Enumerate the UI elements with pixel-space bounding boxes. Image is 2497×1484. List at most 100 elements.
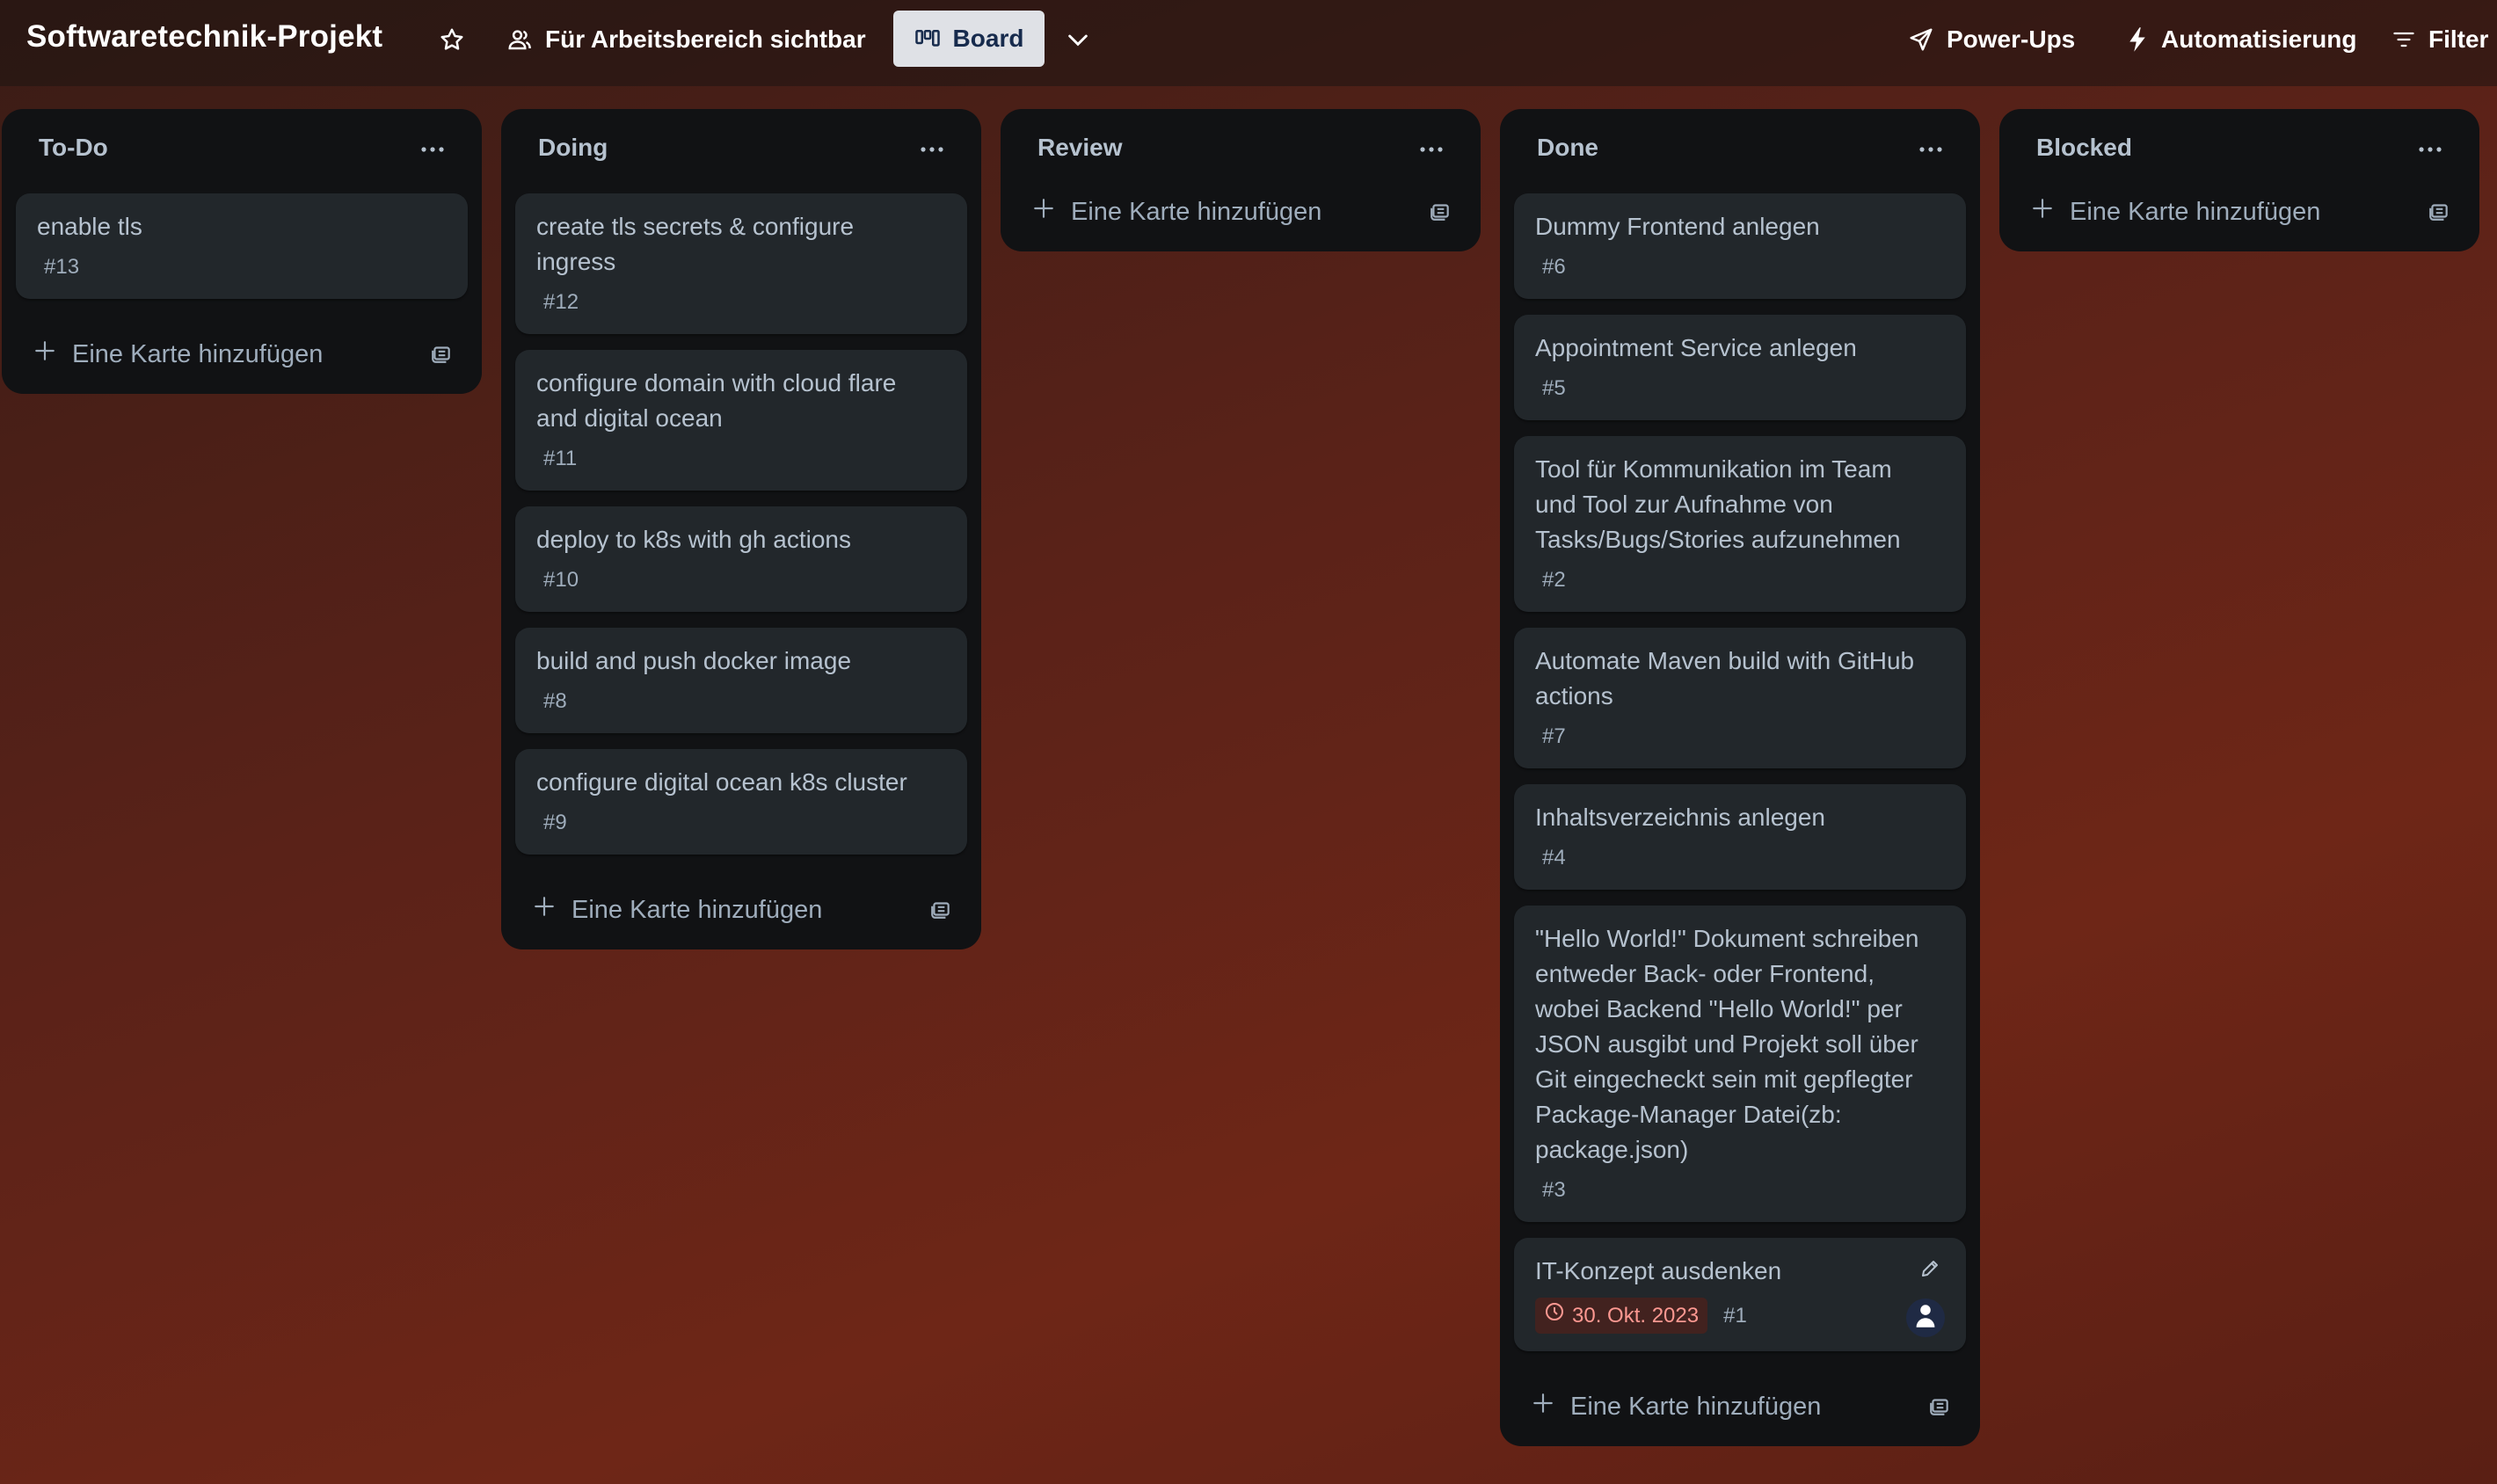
card-number: #1 (1723, 1303, 1747, 1328)
list-menu-button[interactable] (1410, 132, 1452, 167)
card-title: create tls secrets & configure ingress (536, 213, 855, 275)
edit-card-button[interactable] (1917, 1257, 1943, 1284)
more-icon (2417, 142, 2443, 157)
board-view-label: Board (952, 25, 1024, 52)
more-icon (1418, 142, 1445, 157)
card[interactable]: Inhaltsverzeichnis anlegen #4 (1514, 784, 1966, 890)
add-card-label: Eine Karte hinzufügen (72, 339, 324, 368)
star-icon (439, 26, 465, 53)
board-header: Softwaretechnik-Projekt Für Arbeitsberei… (0, 0, 2497, 86)
plus-icon (533, 895, 556, 925)
card-number: #13 (44, 255, 80, 279)
plus-icon (33, 339, 56, 369)
template-icon (1429, 200, 1452, 227)
automation-label: Automatisierung (2161, 25, 2357, 53)
card-title: configure digital ocean k8s cluster (536, 768, 907, 796)
card-number: #12 (543, 290, 579, 314)
card[interactable]: Appointment Service anlegen #5 (1514, 315, 1966, 420)
card-title: deploy to k8s with gh actions (536, 526, 851, 553)
powerups-button[interactable]: Power-Ups (1908, 12, 2075, 67)
lightning-icon (2126, 26, 2149, 53)
create-from-template-button[interactable] (2420, 193, 2458, 232)
list-menu-button[interactable] (1910, 132, 1952, 167)
add-card-label: Eine Karte hinzufügen (571, 895, 823, 924)
create-from-template-button[interactable] (1920, 1388, 1959, 1427)
card-title: Automate Maven build with GitHub actions (1535, 647, 1915, 709)
card[interactable]: Tool für Kommunikation im Team und Tool … (1514, 436, 1966, 612)
list-doing: Doing create tls secrets & configure ing… (501, 109, 981, 949)
add-card-button[interactable]: Eine Karte hinzufügen (1514, 1379, 1821, 1434)
add-card-button[interactable]: Eine Karte hinzufügen (1015, 185, 1321, 239)
more-icon (419, 142, 446, 157)
template-icon (929, 898, 952, 925)
list-title[interactable]: Done (1537, 134, 1598, 162)
visibility-label: Für Arbeitsbereich sichtbar (545, 25, 866, 53)
template-icon (2428, 200, 2450, 227)
list-menu-button[interactable] (2409, 132, 2451, 167)
list-title[interactable]: To-Do (39, 134, 108, 162)
filter-icon (2391, 27, 2416, 52)
card-title: IT-Konzept ausdenken (1535, 1257, 1782, 1284)
card-number: #2 (1542, 568, 1566, 592)
card-title: Tool für Kommunikation im Team und Tool … (1535, 455, 1901, 553)
rocket-icon (1908, 26, 1934, 53)
create-from-template-button[interactable] (422, 336, 461, 375)
create-from-template-button[interactable] (1421, 193, 1460, 232)
filter-button[interactable]: Filter (2391, 12, 2488, 67)
more-icon (919, 142, 945, 157)
filter-label: Filter (2428, 25, 2489, 53)
add-card-button[interactable]: Eine Karte hinzufügen (515, 883, 822, 937)
add-card-button[interactable]: Eine Karte hinzufügen (16, 327, 323, 382)
view-switcher-button[interactable] (1060, 12, 1096, 67)
card-title: "Hello World!" Dokument schreiben entwed… (1535, 925, 1919, 1163)
powerups-label: Power-Ups (1947, 25, 2076, 53)
card-number: #5 (1542, 376, 1566, 400)
card[interactable]: "Hello World!" Dokument schreiben entwed… (1514, 906, 1966, 1222)
list-menu-button[interactable] (911, 132, 953, 167)
card[interactable]: build and push docker image #8 (515, 628, 967, 733)
card[interactable]: enable tls #13 (16, 193, 468, 299)
list-todo: To-Do enable tls #13 Eine Karte hinzufüg… (2, 109, 482, 394)
card-number: #6 (1542, 255, 1566, 279)
card-number: #7 (1542, 724, 1566, 748)
card[interactable]: Dummy Frontend anlegen #6 (1514, 193, 1966, 299)
list-blocked: Blocked Eine Karte hinzufügen (1999, 109, 2479, 251)
member-avatar[interactable] (1906, 1298, 1945, 1337)
board-view-button[interactable]: Board (893, 11, 1045, 67)
star-button[interactable] (434, 12, 470, 67)
card-title: Dummy Frontend anlegen (1535, 213, 1820, 240)
card[interactable]: configure domain with cloud flare and di… (515, 350, 967, 491)
add-card-label: Eine Karte hinzufügen (1570, 1392, 1822, 1421)
workspace-users-icon (506, 26, 533, 53)
board-title[interactable]: Softwaretechnik-Projekt (26, 16, 382, 58)
visibility-button[interactable]: Für Arbeitsbereich sichtbar (506, 12, 866, 67)
card-hovered[interactable]: IT-Konzept ausdenken 30. Okt. 2023 #1 (1514, 1238, 1966, 1351)
card[interactable]: create tls secrets & configure ingress #… (515, 193, 967, 334)
user-icon (1913, 1303, 1938, 1334)
list-menu-button[interactable] (411, 132, 454, 167)
card-number: #10 (543, 568, 579, 592)
template-icon (430, 342, 453, 369)
add-card-row: Eine Karte hinzufügen (1015, 172, 1467, 251)
card-number: #8 (543, 689, 567, 713)
add-card-label: Eine Karte hinzufügen (1071, 197, 1322, 226)
due-date-badge[interactable]: 30. Okt. 2023 (1535, 1298, 1708, 1334)
automation-button[interactable]: Automatisierung (2126, 12, 2356, 67)
card-number: #4 (1542, 846, 1566, 869)
add-card-row: Eine Karte hinzufügen (515, 870, 967, 949)
list-header: Done (1514, 109, 1966, 193)
add-card-button[interactable]: Eine Karte hinzufügen (2013, 185, 2320, 239)
card[interactable]: Automate Maven build with GitHub actions… (1514, 628, 1966, 768)
card-number: #9 (543, 811, 567, 834)
more-icon (1918, 142, 1944, 157)
card[interactable]: deploy to k8s with gh actions #10 (515, 506, 967, 612)
list-title[interactable]: Blocked (2036, 134, 2132, 162)
card-title: configure domain with cloud flare and di… (536, 369, 897, 432)
board-icon (914, 27, 941, 50)
list-title[interactable]: Review (1037, 134, 1123, 162)
create-from-template-button[interactable] (921, 891, 960, 930)
card-badges: 30. Okt. 2023 #1 (1535, 1289, 1945, 1334)
add-card-row: Eine Karte hinzufügen (2013, 172, 2465, 251)
card[interactable]: configure digital ocean k8s cluster #9 (515, 749, 967, 855)
list-title[interactable]: Doing (538, 134, 608, 162)
